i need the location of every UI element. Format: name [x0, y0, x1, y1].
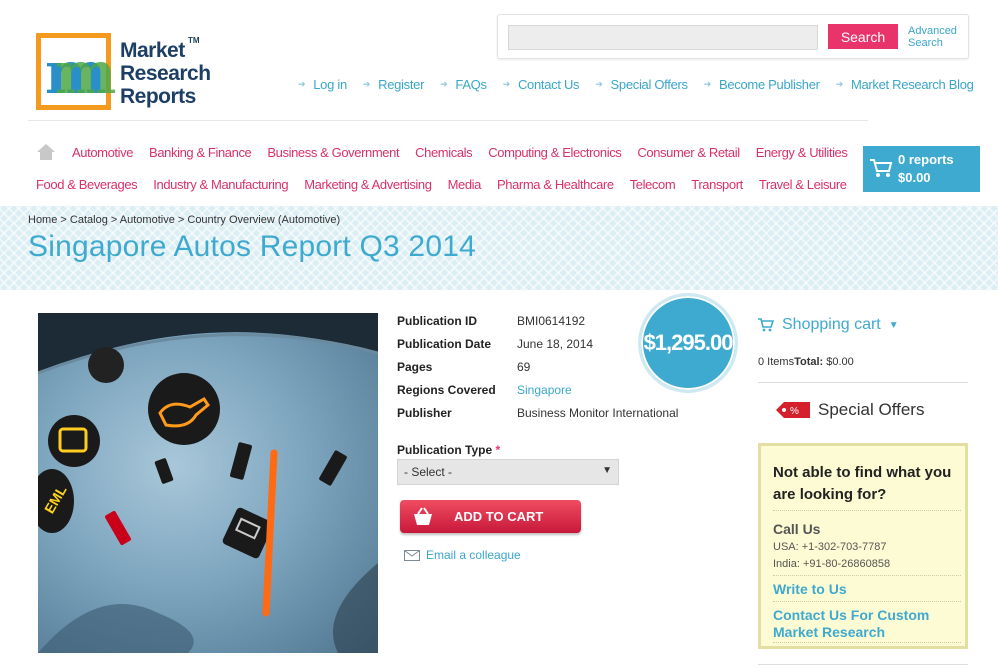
arrow-icon: ➔: [835, 79, 844, 89]
email-colleague-link[interactable]: Email a colleague: [404, 548, 521, 562]
register-link[interactable]: ➔ Register: [362, 77, 425, 92]
usa-phone: USA: +1-302-703-7787: [773, 541, 887, 553]
cart-icon: [870, 159, 893, 177]
category-business-government[interactable]: Business & Government: [267, 145, 399, 160]
breadcrumb-automotive[interactable]: Automotive: [120, 214, 175, 226]
help-box: Not able to find what you are looking fo…: [758, 443, 968, 649]
top-nav: ➔ Log in ➔ Register ➔ FAQs ➔ Contact Us ➔ Spe…: [298, 77, 974, 92]
price-badge: $1,295.00: [638, 293, 738, 393]
breadcrumb-current: Country Overview (Automotive): [187, 214, 341, 226]
breadcrumb-catalog[interactable]: Catalog: [70, 214, 108, 226]
envelope-icon: [404, 549, 420, 561]
category-chemicals[interactable]: Chemicals: [415, 145, 472, 160]
sidebar-cart-summary: 0 ItemsTotal: $0.00: [758, 356, 854, 368]
dropdown-arrow-icon: ▼: [602, 465, 612, 476]
basket-icon: [414, 506, 432, 525]
search-box: Search Advanced Search: [497, 14, 969, 59]
help-question: Not able to find what you are looking fo…: [773, 464, 952, 503]
site-logo[interactable]: m m Market Research Reports TM: [36, 33, 211, 113]
product-details: Publication ID BMI0614192 Publication Dat…: [397, 314, 678, 429]
category-energy-utilities[interactable]: Energy & Utilities: [756, 145, 848, 160]
arrow-icon: ➔: [703, 79, 712, 89]
login-link[interactable]: ➔ Log in: [298, 77, 347, 92]
india-phone: India: +91-80-26860858: [773, 558, 891, 570]
help-divider: [773, 510, 961, 511]
header-divider: [28, 120, 868, 121]
search-button[interactable]: Search: [828, 24, 898, 49]
breadcrumb-home[interactable]: Home: [28, 214, 57, 226]
category-pharma-healthcare[interactable]: Pharma & Healthcare: [497, 177, 614, 192]
category-computing-electronics[interactable]: Computing & Electronics: [488, 145, 622, 160]
region-link[interactable]: Singapore: [517, 383, 572, 406]
cart-icon: [758, 318, 774, 332]
arrow-icon: ➔: [298, 79, 306, 89]
sidebar-divider: [758, 382, 968, 383]
category-consumer-retail[interactable]: Consumer & Retail: [637, 145, 740, 160]
arrow-icon: ➔: [502, 79, 511, 89]
category-marketing-advertising[interactable]: Marketing & Advertising: [304, 177, 432, 192]
cart-total: $0.00: [898, 170, 931, 185]
chevron-down-icon: ▼: [888, 319, 899, 331]
logo-wordmark: Market Research Reports: [120, 39, 211, 108]
category-banking-finance[interactable]: Banking & Finance: [149, 145, 252, 160]
arrow-icon: ➔: [362, 79, 371, 89]
contact-custom-research-link[interactable]: Contact Us For Custom Market Research: [773, 607, 963, 641]
faqs-link[interactable]: ➔ FAQs: [440, 77, 487, 92]
sidebar-cart-title[interactable]: Shopping cart ▼: [758, 316, 899, 334]
logo-mark: m m: [36, 33, 116, 110]
category-nav-row-2: Food & Beverages Industry & Manufacturin…: [36, 177, 847, 192]
category-industry-manufacturing[interactable]: Industry & Manufacturing: [153, 177, 288, 192]
help-divider: [773, 642, 961, 643]
sidebar-divider: [758, 664, 968, 665]
advanced-search-link[interactable]: Advanced Search: [908, 25, 968, 49]
detail-row-publication-id: Publication ID BMI0614192: [397, 314, 586, 328]
special-offers-link[interactable]: ➔ Special Offers: [595, 77, 688, 92]
logo-tm: TM: [188, 36, 200, 45]
category-telecom[interactable]: Telecom: [630, 177, 676, 192]
category-automotive[interactable]: Automotive: [72, 145, 133, 160]
home-icon[interactable]: [37, 144, 55, 160]
become-publisher-link[interactable]: ➔ Become Publisher: [704, 77, 820, 92]
category-food-beverages[interactable]: Food & Beverages: [36, 177, 138, 192]
cart-report-count: 0 reports: [898, 152, 954, 167]
publication-type-select[interactable]: - Select - ▼: [397, 459, 619, 485]
detail-row-publisher: Publisher Business Monitor International: [397, 406, 679, 420]
call-us-heading: Call Us: [773, 521, 821, 537]
help-divider: [773, 601, 961, 602]
publication-type-label: Publication Type *: [397, 443, 501, 457]
page-title: Singapore Autos Report Q3 2014: [28, 230, 476, 263]
price-tag-label: %: [790, 406, 799, 417]
blog-link[interactable]: ➔ Market Research Blog: [836, 77, 974, 92]
add-to-cart-button[interactable]: ADD TO CART: [400, 500, 581, 533]
category-travel-leisure[interactable]: Travel & Leisure: [759, 177, 847, 192]
contact-us-link[interactable]: ➔ Contact Us: [503, 77, 580, 92]
search-input[interactable]: [508, 25, 818, 50]
help-divider: [773, 575, 961, 576]
category-transport[interactable]: Transport: [691, 177, 743, 192]
detail-row-publication-date: Publication Date June 18, 2014: [397, 337, 594, 351]
arrow-icon: ➔: [440, 79, 448, 89]
category-nav-row-1: Automotive Banking & Finance Business & …: [72, 145, 848, 160]
price-tag-icon: %: [776, 402, 810, 418]
breadcrumb: Home > Catalog > Automotive > Country Ov…: [28, 214, 341, 226]
write-to-us-link[interactable]: Write to Us: [773, 581, 847, 597]
header-cart-button[interactable]: 0 reports $0.00: [863, 146, 980, 192]
category-media[interactable]: Media: [448, 177, 482, 192]
product-image: EML: [38, 313, 378, 653]
special-offers-banner[interactable]: % Special Offers: [772, 400, 924, 420]
detail-row-pages: Pages 69: [397, 360, 531, 374]
dashboard-gauge-image: EML: [38, 313, 378, 653]
title-banner: Home > Catalog > Automotive > Country Ov…: [0, 206, 998, 290]
detail-row-regions: Regions Covered Singapore: [397, 383, 678, 406]
arrow-icon: ➔: [595, 79, 603, 89]
